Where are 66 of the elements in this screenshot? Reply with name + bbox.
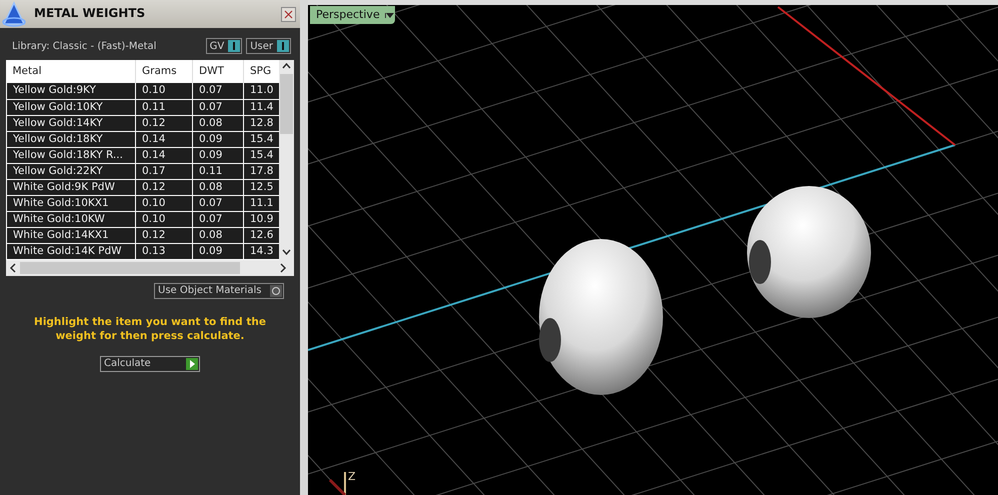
- table-cell: 12.5: [244, 179, 279, 195]
- table-cell: 0.14: [136, 147, 192, 163]
- axis-gizmo-icon: [328, 472, 346, 495]
- table-cell: 15.4: [244, 147, 279, 163]
- library-label: Library: Classic - (Fast)-Metal: [12, 40, 156, 54]
- table-cell: 11.1: [244, 195, 279, 211]
- instruction-text: Highlight the item you want to find the weight for then press calculate.: [33, 314, 267, 342]
- table-cell: 0.12: [136, 227, 192, 243]
- view-dropdown[interactable]: Perspective: [310, 6, 395, 24]
- table-cell: Yellow Gold:18KY: [6, 131, 136, 147]
- table-cell: 0.09: [192, 147, 244, 163]
- table-cell: 0.08: [192, 179, 244, 195]
- table-cell: White Gold:10KW: [6, 211, 136, 227]
- table-cell: 0.12: [136, 115, 192, 131]
- table-cell: 0.12: [136, 179, 192, 195]
- column-header[interactable]: Metal: [6, 60, 136, 83]
- table-cell: 0.08: [192, 227, 244, 243]
- column-header[interactable]: Grams: [136, 60, 192, 83]
- table-cell: 0.07: [192, 83, 244, 99]
- table-cell: White Gold:14K PdW: [6, 243, 136, 259]
- table-cell: 0.14: [136, 131, 192, 147]
- table-cell: White Gold:9K PdW: [6, 179, 136, 195]
- close-button[interactable]: [281, 7, 296, 22]
- scrollbar-thumb[interactable]: [280, 74, 293, 134]
- table-cell: Yellow Gold:14KY: [6, 115, 136, 131]
- table-cell: Yellow Gold:9KY: [6, 83, 136, 99]
- table-cell: 0.13: [136, 243, 192, 259]
- table-cell: White Gold:14KX1: [6, 227, 136, 243]
- table-cell: Yellow Gold:10KY: [6, 99, 136, 115]
- table-cell: 0.11: [136, 99, 192, 115]
- table-cell: 0.10: [136, 211, 192, 227]
- vertical-scrollbar[interactable]: [279, 60, 294, 260]
- table-cell: 14.3: [244, 243, 279, 259]
- table-cell: 0.09: [192, 243, 244, 259]
- table-cell: 0.10: [136, 83, 192, 99]
- table-cell: 0.11: [192, 163, 244, 179]
- caret-icon: [386, 12, 394, 18]
- axis-label: Z: [348, 470, 356, 483]
- close-icon: [284, 10, 293, 19]
- column-header[interactable]: SPG: [244, 60, 279, 83]
- table-cell: White Gold:10KX1: [6, 195, 136, 211]
- table-cell: 0.07: [192, 211, 244, 227]
- panel-title: METAL WEIGHTS: [33, 5, 146, 22]
- calculate-button[interactable]: Calculate: [100, 356, 200, 372]
- table-cell: 0.09: [192, 131, 244, 147]
- table-cell: 0.07: [192, 195, 244, 211]
- table-cell: Yellow Gold:22KY: [6, 163, 136, 179]
- toggle-button[interactable]: GV: [206, 38, 242, 54]
- logo-icon: [0, 0, 28, 28]
- column-header[interactable]: DWT: [192, 60, 244, 83]
- table-cell: 0.07: [192, 99, 244, 115]
- table-cell: 0.17: [136, 163, 192, 179]
- option-toggle[interactable]: Use Object Materials: [154, 282, 284, 298]
- horizontal-scrollbar[interactable]: [6, 260, 294, 276]
- table-cell: 15.4: [244, 131, 279, 147]
- table-cell: 11.0: [244, 83, 279, 99]
- table-cell: 12.8: [244, 115, 279, 131]
- scrollbar-thumb[interactable]: [20, 262, 240, 274]
- table-cell: Yellow Gold:18KY R...: [6, 147, 136, 163]
- table-cell: 0.10: [136, 195, 192, 211]
- table-cell: 12.6: [244, 227, 279, 243]
- table-cell: 0.08: [192, 115, 244, 131]
- table-cell: 11.4: [244, 99, 279, 115]
- toggle-button[interactable]: User: [246, 38, 291, 54]
- table-cell: 17.8: [244, 163, 279, 179]
- table-cell: 10.9: [244, 211, 279, 227]
